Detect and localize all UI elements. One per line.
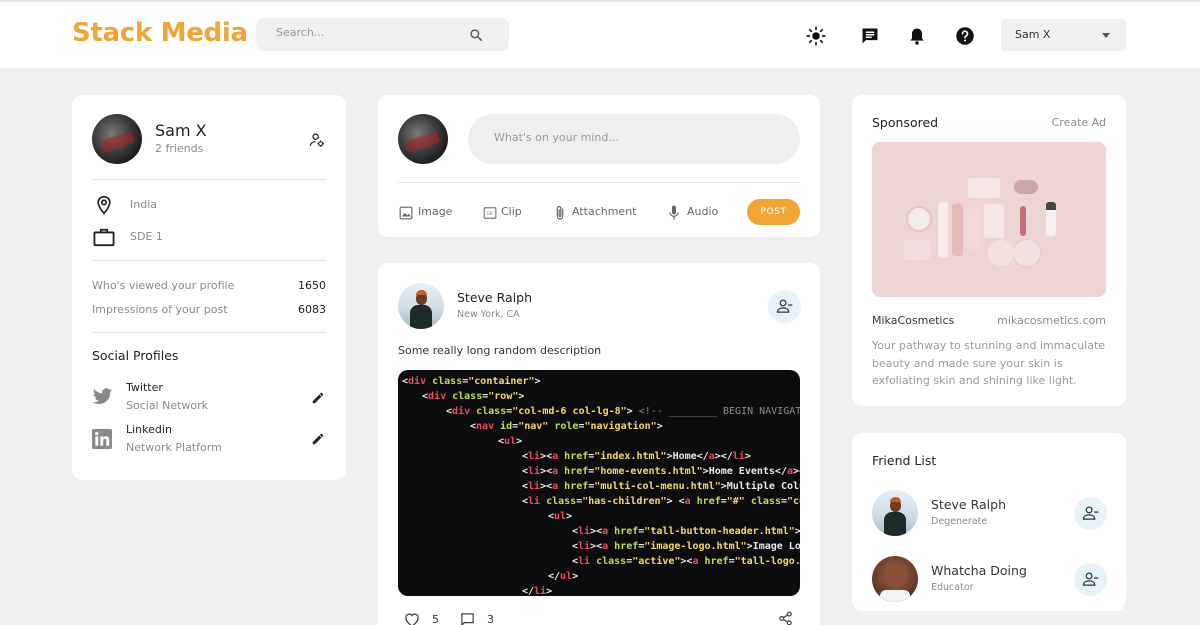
user-dropdown[interactable]: Sam X (1001, 19, 1126, 51)
stat-value: 1650 (298, 279, 326, 292)
social-name[interactable]: Twitter (126, 381, 163, 394)
composer-avatar (398, 114, 448, 164)
sponsored-ad-image[interactable] (872, 142, 1106, 297)
heart-icon (404, 612, 420, 625)
post-author-avatar[interactable] (398, 283, 444, 329)
social-profiles-heading: Social Profiles (92, 348, 179, 363)
sponsored-title: Sponsored (872, 115, 939, 130)
svg-text:GIF: GIF (487, 211, 494, 216)
composer-divider (398, 182, 800, 183)
attachment-icon (554, 205, 566, 225)
message-icon[interactable] (860, 26, 880, 46)
post-input[interactable] (494, 131, 774, 144)
notification-icon[interactable] (907, 26, 927, 46)
edit-icon[interactable] (311, 390, 325, 409)
profile-divider (92, 332, 326, 333)
profile-divider (92, 179, 326, 180)
edit-icon[interactable] (311, 431, 325, 450)
post-image[interactable]: <div class="container"> <div class="row"… (398, 370, 800, 596)
friend-name[interactable]: Whatcha Doing (931, 563, 1027, 578)
create-ad-link[interactable]: Create Ad (1052, 116, 1106, 129)
location-icon (94, 195, 114, 219)
post-author-name[interactable]: Steve Ralph (457, 290, 532, 305)
post-author-location: New York, CA (457, 309, 520, 320)
help-icon[interactable] (955, 26, 975, 46)
profile-avatar[interactable] (92, 114, 142, 164)
twitter-icon (92, 388, 113, 410)
remove-friend-button[interactable] (1074, 497, 1107, 530)
social-sub: Network Platform (126, 441, 222, 454)
image-icon (399, 205, 413, 224)
social-sub: Social Network (126, 399, 209, 412)
light-mode-icon[interactable] (806, 26, 826, 46)
post-button[interactable]: POST (747, 199, 800, 225)
like-count: 5 (432, 613, 439, 625)
friend-avatar[interactable] (872, 556, 918, 602)
stat-label: Impressions of your post (92, 303, 228, 316)
app-logo[interactable]: Stack Media (72, 18, 248, 48)
linkedin-icon (92, 429, 112, 453)
top-navigation-bar: Stack Media Sam X (0, 0, 1200, 68)
sponsor-brand[interactable]: MikaCosmetics (872, 314, 954, 327)
clip-action-label: Clip (501, 205, 522, 218)
post-description: Some really long random description (398, 344, 602, 357)
share-icon[interactable] (778, 611, 793, 625)
profile-location: India (130, 198, 157, 211)
search-bar[interactable] (256, 18, 509, 51)
audio-action-label: Audio (687, 205, 719, 218)
image-action-label: Image (418, 205, 453, 218)
friend-role: Educator (931, 582, 974, 593)
user-dropdown-label: Sam X (1015, 28, 1051, 41)
profile-friends-count: 2 friends (155, 142, 204, 155)
social-name[interactable]: Linkedin (126, 423, 172, 436)
friend-list-title: Friend List (872, 453, 937, 468)
friend-avatar[interactable] (872, 490, 918, 536)
gif-icon: GIF (483, 205, 497, 224)
search-input[interactable] (276, 26, 456, 39)
attachment-action-label: Attachment (572, 205, 637, 218)
remove-friend-button[interactable] (1074, 563, 1107, 596)
sponsor-url[interactable]: mikacosmetics.com (997, 314, 1106, 327)
sponsor-description: Your pathway to stunning and immaculate … (872, 339, 1106, 387)
profile-occupation: SDE 1 (130, 230, 163, 243)
work-icon (93, 227, 115, 251)
chevron-down-icon (1102, 33, 1110, 38)
stat-label: Who's viewed your profile (92, 279, 235, 292)
friend-role: Degenerate (931, 516, 988, 527)
profile-divider (92, 260, 326, 261)
manage-account-icon[interactable] (309, 132, 325, 152)
search-icon[interactable] (469, 27, 483, 46)
stat-value: 6083 (298, 303, 326, 316)
mic-icon (668, 205, 680, 225)
comment-icon (460, 612, 475, 625)
profile-name[interactable]: Sam X (155, 121, 207, 140)
remove-friend-button[interactable] (768, 290, 801, 323)
comment-count: 3 (487, 613, 494, 625)
post-input-wrapper[interactable] (468, 114, 800, 164)
friend-name[interactable]: Steve Ralph (931, 497, 1006, 512)
